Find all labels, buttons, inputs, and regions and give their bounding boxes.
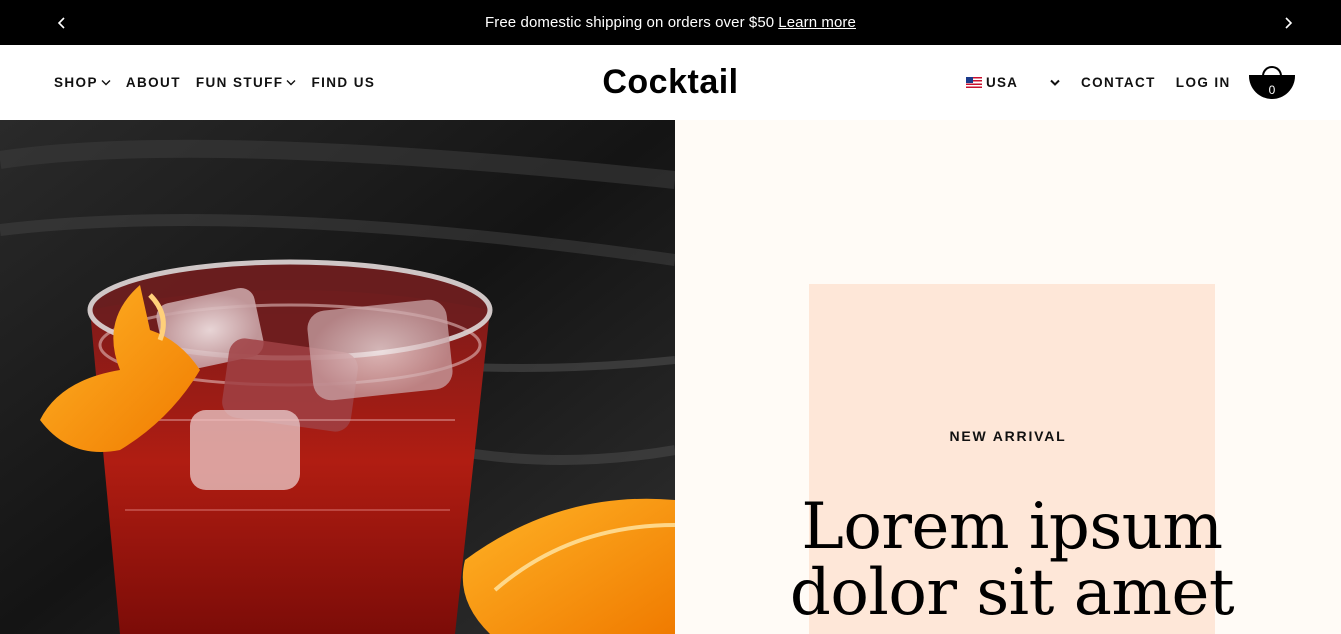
hero-content: NEW ARRIVAL Lorem ipsum dolor sit amet — [675, 120, 1341, 634]
hero-headline-line-2: dolor sit amet — [789, 556, 1235, 630]
contact-link[interactable]: CONTACT — [1081, 75, 1156, 90]
chevron-down-icon — [286, 80, 296, 86]
announcement-text: Free domestic shipping on orders over $5… — [485, 14, 775, 31]
hero-image — [0, 120, 675, 634]
cart-button[interactable]: 0 — [1249, 65, 1295, 99]
chevron-down-icon — [101, 80, 111, 86]
us-flag-icon — [966, 77, 982, 88]
country-selector[interactable]: USA — [966, 75, 1062, 90]
chevron-right-icon[interactable] — [1268, 0, 1308, 45]
learn-more-link[interactable]: Learn more — [778, 14, 856, 31]
main-nav: SHOP ABOUT FUN STUFF FIND US — [54, 45, 375, 120]
announcement-message: Free domestic shipping on orders over $5… — [0, 0, 1341, 45]
country-label: USA — [986, 75, 1019, 90]
utility-nav: USA CONTACT LOG IN — [966, 45, 1231, 120]
login-link[interactable]: LOG IN — [1176, 75, 1231, 90]
announcement-bar: Free domestic shipping on orders over $5… — [0, 0, 1341, 45]
nav-shop[interactable]: SHOP — [54, 75, 111, 90]
hero-eyebrow: NEW ARRIVAL — [949, 428, 1067, 444]
nav-fun-stuff-label: FUN STUFF — [195, 75, 284, 90]
nav-find-us-label: FIND US — [311, 75, 376, 90]
nav-about[interactable]: ABOUT — [126, 75, 181, 90]
hero-headline: Lorem ipsum dolor sit amet — [675, 494, 1341, 626]
chevron-down-icon — [1050, 79, 1060, 86]
site-header: SHOP ABOUT FUN STUFF FIND US Cocktail US… — [0, 45, 1341, 120]
hero-headline-line-1: Lorem ipsum — [801, 490, 1223, 564]
logo-text[interactable]: Cocktail — [602, 63, 738, 102]
nav-fun-stuff[interactable]: FUN STUFF — [196, 75, 297, 90]
cart-count: 0 — [1268, 83, 1276, 97]
nav-find-us[interactable]: FIND US — [311, 75, 375, 90]
nav-shop-label: SHOP — [54, 75, 98, 90]
nav-about-label: ABOUT — [125, 75, 181, 90]
